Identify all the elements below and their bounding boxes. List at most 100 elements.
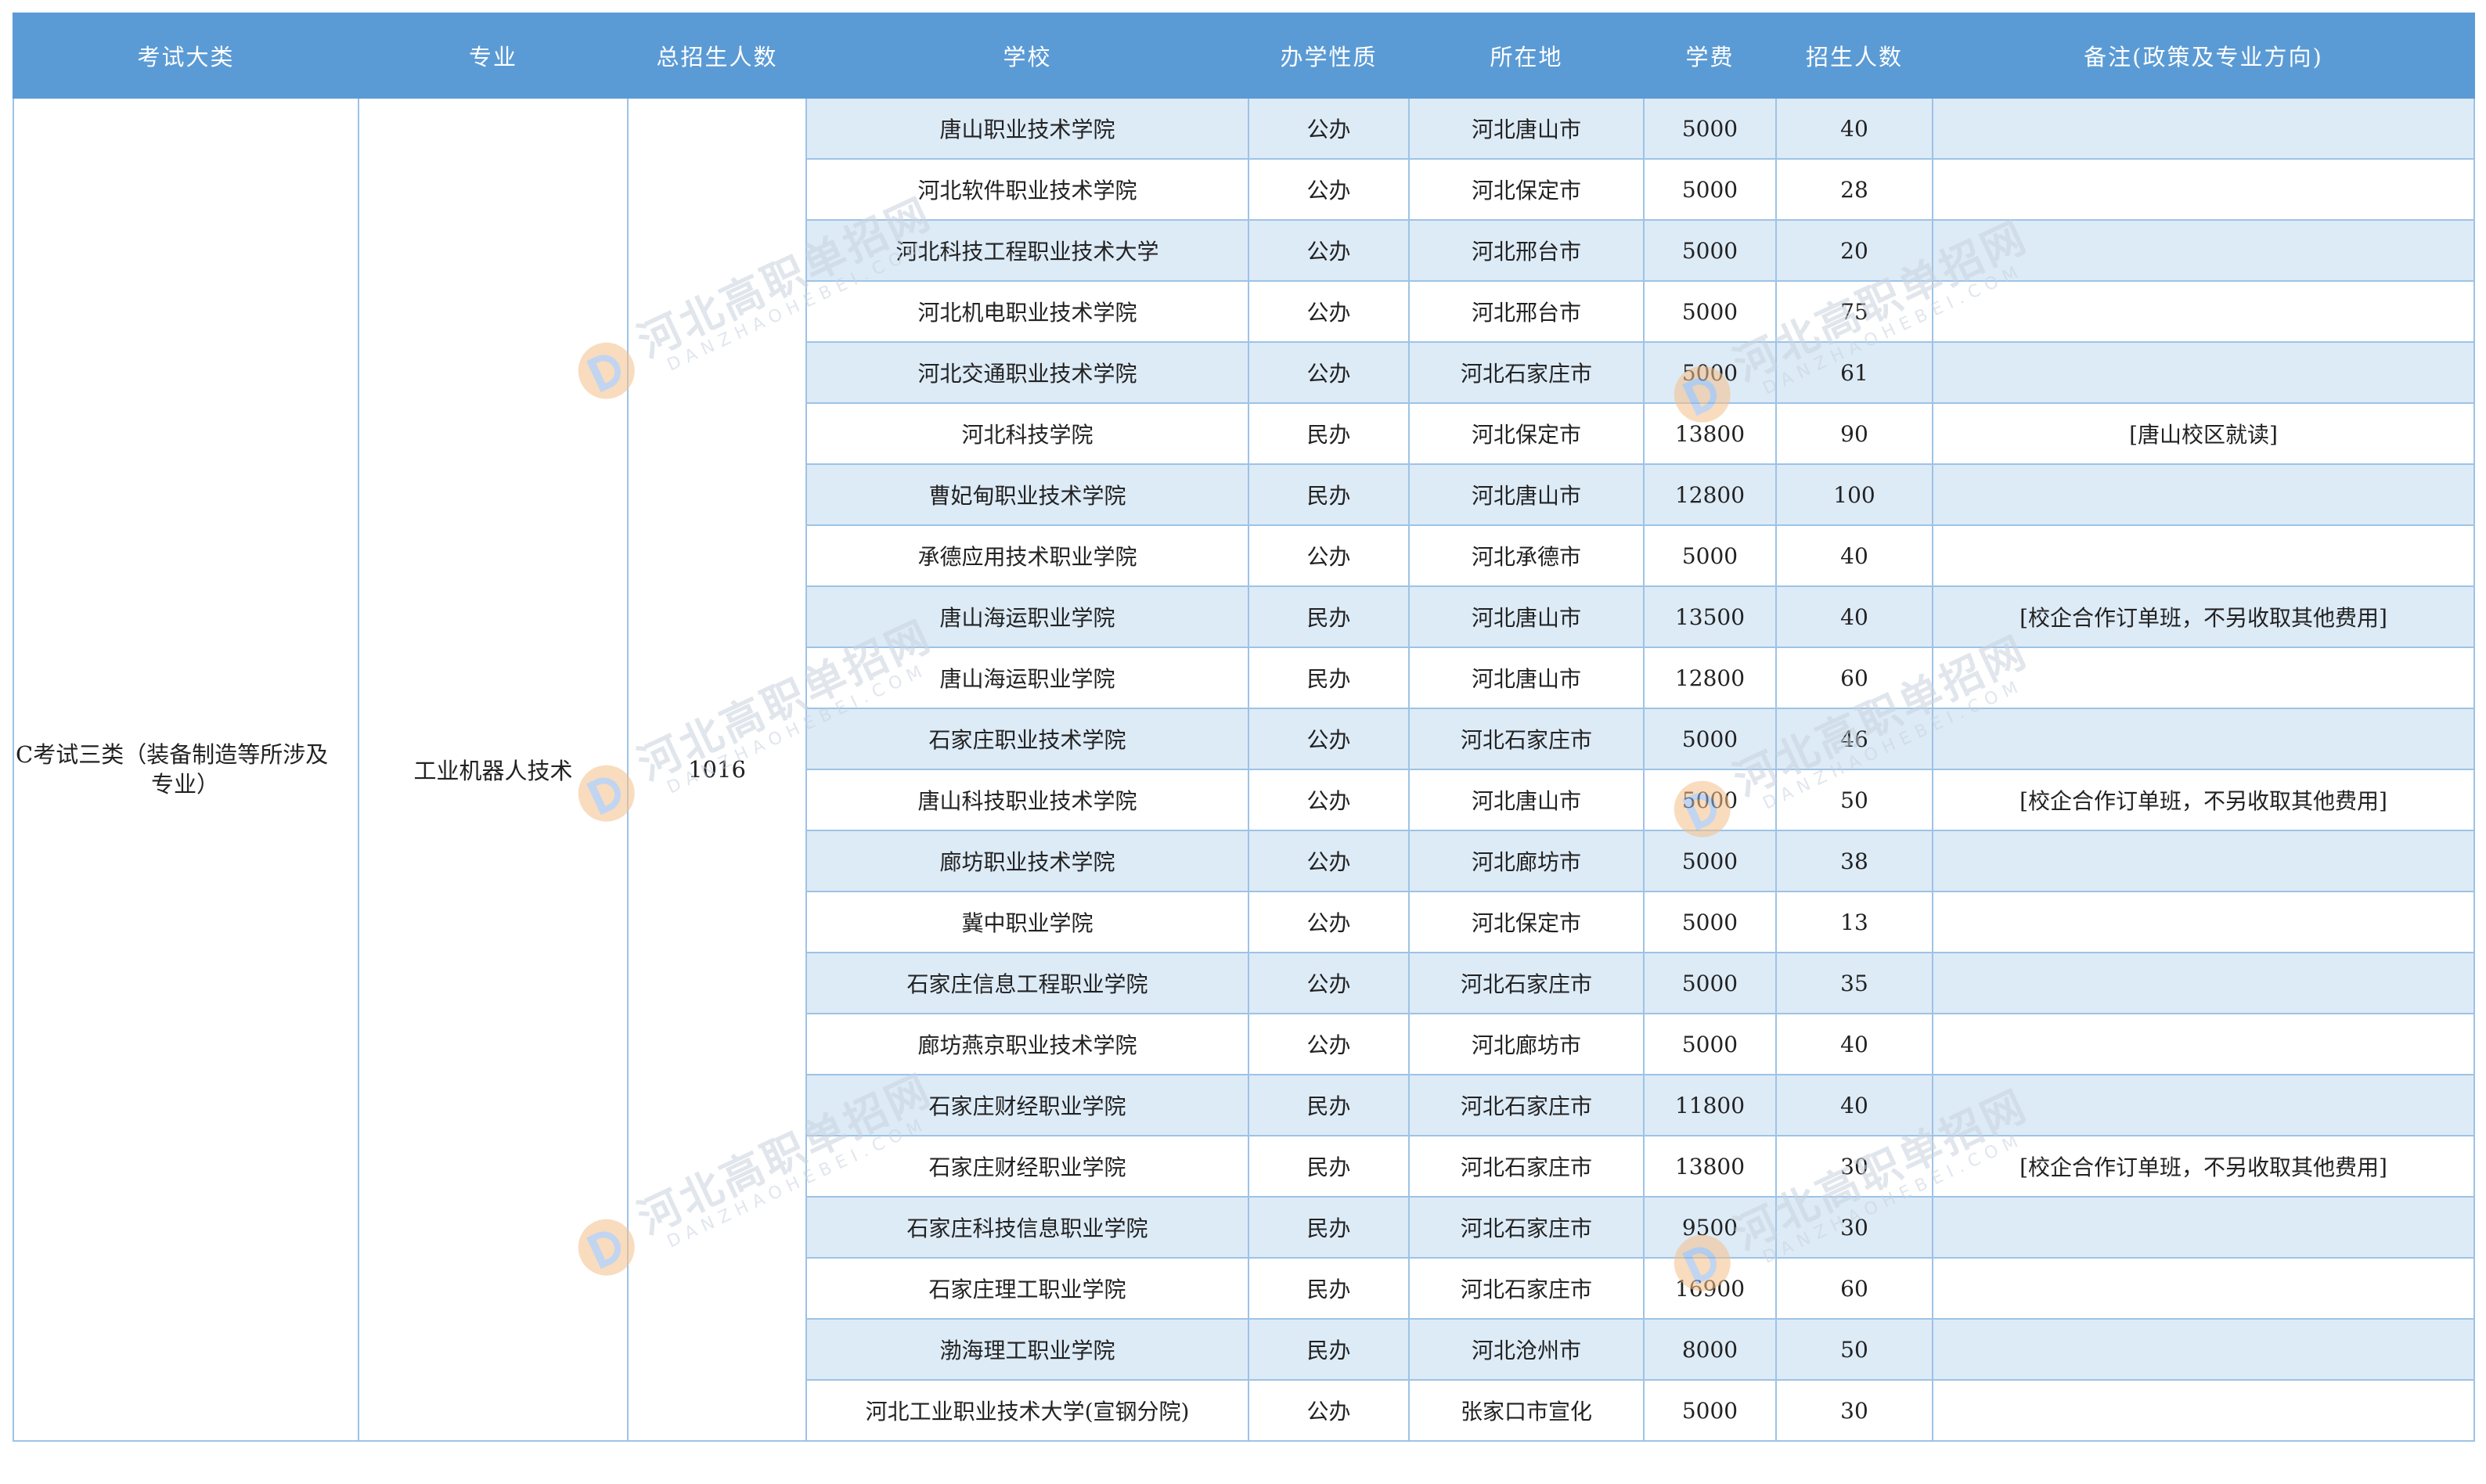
school-type-cell: 公办	[1248, 97, 1410, 160]
header-school: 学校	[805, 13, 1249, 99]
school-cell: 河北软件职业技术学院	[805, 158, 1249, 221]
location-cell: 河北沧州市	[1408, 1318, 1645, 1381]
header-tuition: 学费	[1643, 13, 1777, 99]
tuition-cell: 5000	[1643, 769, 1777, 831]
school-type-cell: 公办	[1248, 1379, 1410, 1442]
enrollment-count-cell: 50	[1775, 1318, 1933, 1381]
school-cell: 冀中职业学院	[805, 891, 1249, 953]
enrollment-count-cell: 40	[1775, 97, 1933, 160]
school-cell: 石家庄理工职业学院	[805, 1257, 1249, 1320]
school-cell: 河北科技工程职业技术大学	[805, 219, 1249, 282]
school-cell: 河北机电职业技术学院	[805, 280, 1249, 343]
tuition-cell: 5000	[1643, 1379, 1777, 1442]
notes-cell	[1932, 1318, 2475, 1381]
location-cell: 河北保定市	[1408, 158, 1645, 221]
notes-cell	[1932, 891, 2475, 953]
tuition-cell: 5000	[1643, 341, 1777, 404]
enrollment-count-cell: 20	[1775, 219, 1933, 282]
notes-cell	[1932, 97, 2475, 160]
tuition-cell: 8000	[1643, 1318, 1777, 1381]
header-notes: 备注(政策及专业方向)	[1932, 13, 2475, 99]
location-cell: 河北石家庄市	[1408, 1257, 1645, 1320]
enrollment-count-cell: 90	[1775, 402, 1933, 465]
exam-category-cell: C考试三类（装备制造等所涉及专业）	[13, 97, 359, 1442]
location-cell: 河北石家庄市	[1408, 341, 1645, 404]
school-type-cell: 民办	[1248, 647, 1410, 709]
notes-cell	[1932, 1196, 2475, 1259]
notes-cell	[1932, 219, 2475, 282]
admissions-table: 考试大类 专业 总招生人数 学校 办学性质 所在地 学费 招生人数 备注(政策及…	[13, 13, 2475, 1442]
exam-category-line2: 专业）	[150, 771, 219, 798]
school-type-cell: 民办	[1248, 585, 1410, 648]
tuition-cell: 16900	[1643, 1257, 1777, 1320]
school-cell: 廊坊职业技术学院	[805, 830, 1249, 892]
school-type-cell: 公办	[1248, 952, 1410, 1014]
school-cell: 唐山科技职业技术学院	[805, 769, 1249, 831]
tuition-cell: 5000	[1643, 708, 1777, 770]
enrollment-count-cell: 40	[1775, 585, 1933, 648]
location-cell: 河北唐山市	[1408, 769, 1645, 831]
header-school-type: 办学性质	[1248, 13, 1410, 99]
school-type-cell: 公办	[1248, 830, 1410, 892]
header-row: 考试大类 专业 总招生人数 学校 办学性质 所在地 学费 招生人数 备注(政策及…	[13, 13, 2475, 99]
notes-cell	[1932, 708, 2475, 770]
tuition-cell: 13500	[1643, 585, 1777, 648]
school-type-cell: 民办	[1248, 1257, 1410, 1320]
school-type-cell: 民办	[1248, 463, 1410, 526]
location-cell: 河北石家庄市	[1408, 1196, 1645, 1259]
tuition-cell: 5000	[1643, 97, 1777, 160]
notes-cell: [校企合作订单班，不另收取其他费用]	[1932, 1135, 2475, 1198]
tuition-cell: 5000	[1643, 524, 1777, 587]
header-exam-category: 考试大类	[13, 13, 359, 99]
major-cell: 工业机器人技术	[358, 97, 629, 1442]
school-cell: 唐山职业技术学院	[805, 97, 1249, 160]
tuition-cell: 12800	[1643, 647, 1777, 709]
tuition-cell: 5000	[1643, 891, 1777, 953]
enrollment-count-cell: 40	[1775, 524, 1933, 587]
location-cell: 河北唐山市	[1408, 647, 1645, 709]
notes-cell	[1932, 341, 2475, 404]
location-cell: 河北承德市	[1408, 524, 1645, 587]
location-cell: 河北唐山市	[1408, 463, 1645, 526]
tuition-cell: 5000	[1643, 219, 1777, 282]
notes-cell	[1932, 1379, 2475, 1442]
notes-cell	[1932, 158, 2475, 221]
enrollment-count-cell: 61	[1775, 341, 1933, 404]
school-cell: 承德应用技术职业学院	[805, 524, 1249, 587]
notes-cell	[1932, 830, 2475, 892]
school-cell: 石家庄财经职业学院	[805, 1074, 1249, 1136]
school-type-cell: 公办	[1248, 769, 1410, 831]
enrollment-count-cell: 40	[1775, 1074, 1933, 1136]
school-type-cell: 公办	[1248, 891, 1410, 953]
school-type-cell: 公办	[1248, 524, 1410, 587]
notes-cell	[1932, 280, 2475, 343]
notes-cell	[1932, 1074, 2475, 1136]
location-cell: 河北唐山市	[1408, 97, 1645, 160]
school-type-cell: 民办	[1248, 1135, 1410, 1198]
header-enrollment-count: 招生人数	[1775, 13, 1933, 99]
location-cell: 河北石家庄市	[1408, 1074, 1645, 1136]
enrollment-count-cell: 60	[1775, 647, 1933, 709]
enrollment-count-cell: 28	[1775, 158, 1933, 221]
notes-cell	[1932, 463, 2475, 526]
location-cell: 河北石家庄市	[1408, 1135, 1645, 1198]
school-type-cell: 民办	[1248, 1318, 1410, 1381]
school-type-cell: 民办	[1248, 1074, 1410, 1136]
school-type-cell: 公办	[1248, 1013, 1410, 1075]
school-cell: 河北科技学院	[805, 402, 1249, 465]
school-cell: 河北工业职业技术大学(宣钢分院)	[805, 1379, 1249, 1442]
location-cell: 河北保定市	[1408, 402, 1645, 465]
school-type-cell: 公办	[1248, 280, 1410, 343]
header-major: 专业	[358, 13, 629, 99]
total-enrollment-cell: 1016	[627, 97, 807, 1442]
header-location: 所在地	[1408, 13, 1645, 99]
enrollment-count-cell: 100	[1775, 463, 1933, 526]
tuition-cell: 11800	[1643, 1074, 1777, 1136]
school-type-cell: 民办	[1248, 1196, 1410, 1259]
location-cell: 河北石家庄市	[1408, 708, 1645, 770]
exam-category-line1: C考试三类（装备制造等所涉及	[16, 741, 329, 768]
enrollment-count-cell: 60	[1775, 1257, 1933, 1320]
enrollment-count-cell: 30	[1775, 1135, 1933, 1198]
notes-cell	[1932, 1257, 2475, 1320]
location-cell: 河北廊坊市	[1408, 1013, 1645, 1075]
